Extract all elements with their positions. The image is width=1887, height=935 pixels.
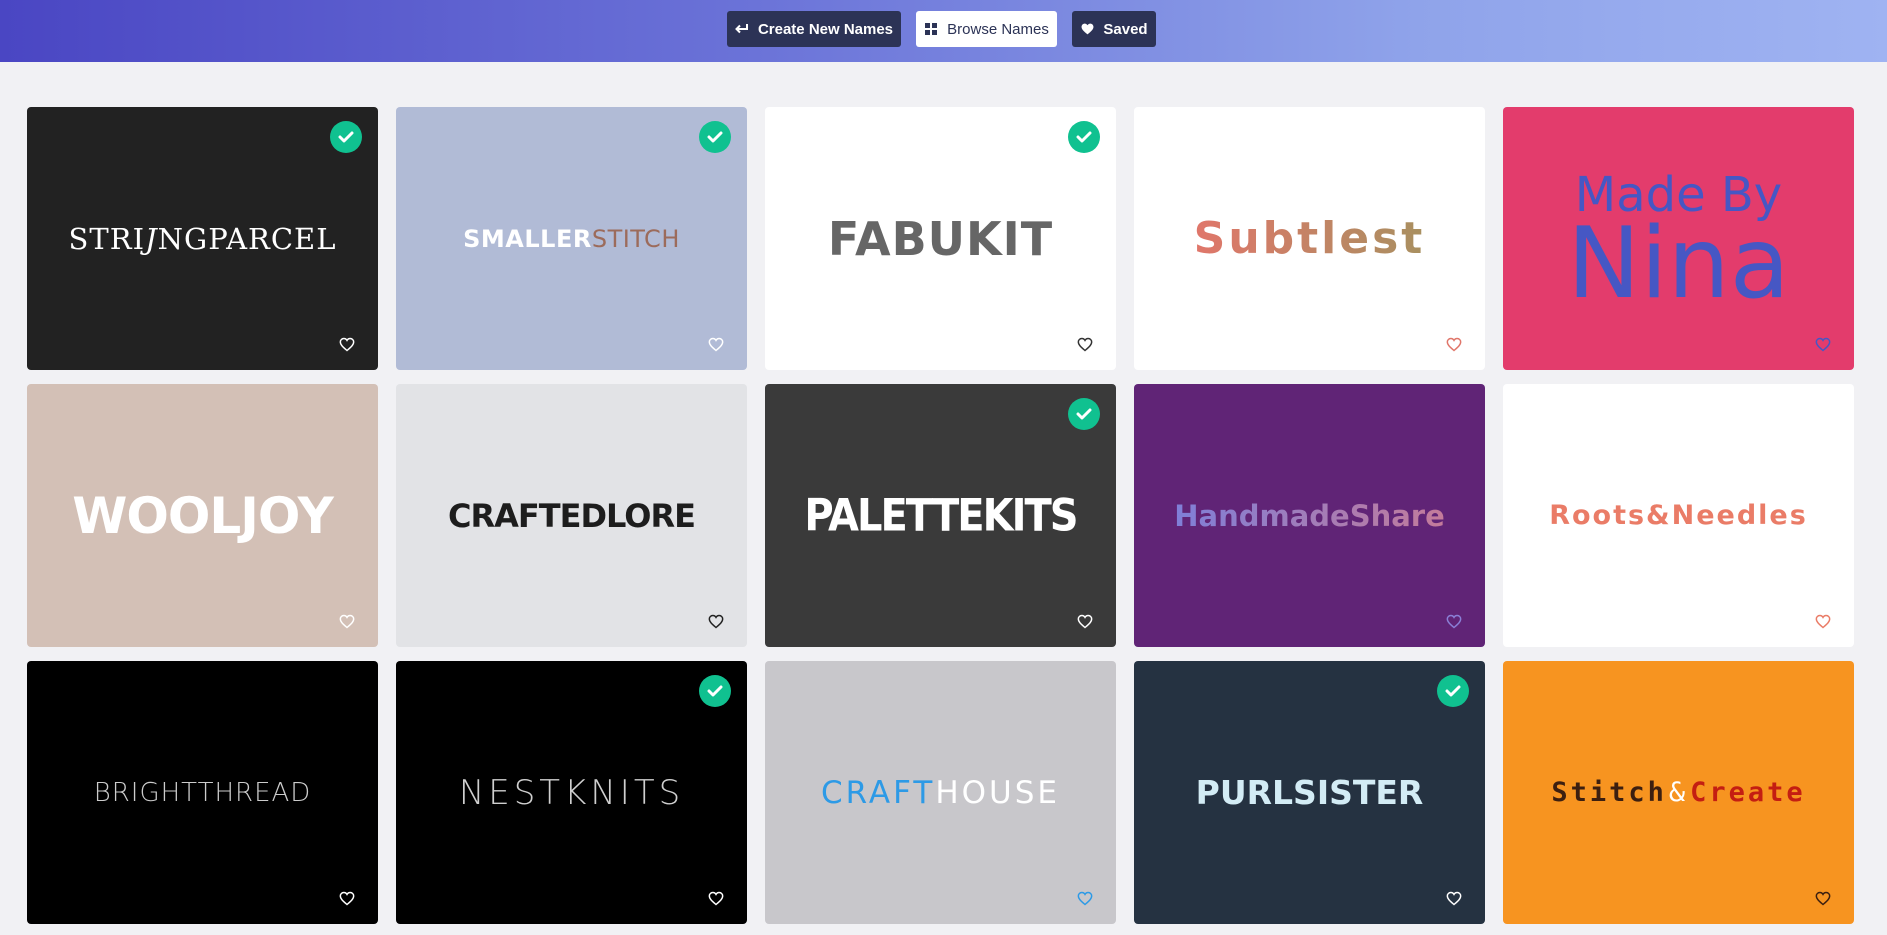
saved-label: Saved [1103,20,1148,38]
name-text: SMALLER [463,224,592,253]
create-new-names-label: Create New Names [757,20,894,38]
heart-outline-icon[interactable] [1445,336,1463,352]
check-icon [1437,675,1469,707]
name-logo: Roots&Needles [1503,384,1854,647]
check-icon [1068,398,1100,430]
name-text: & [1668,777,1689,808]
name-card[interactable]: NESTKNITS [396,661,747,924]
top-bar: Create New Names Browse Names Saved [0,0,1887,62]
name-logo: CRAFTEDLORE [396,384,747,647]
name-logo: PALETTEKITS [765,384,1116,647]
name-card[interactable]: CRAFT HOUSE [765,661,1116,924]
name-card[interactable]: WOOLJOY [27,384,378,647]
heart-outline-icon[interactable] [1814,336,1832,352]
name-text: Create [1690,777,1806,808]
grid-icon [924,22,938,36]
saved-button[interactable]: Saved [1072,11,1156,47]
name-card[interactable]: HandmadeShare [1134,384,1485,647]
name-logo: PURLSISTER [1134,661,1485,924]
name-card[interactable]: Stitch & Create [1503,661,1854,924]
check-icon [1068,121,1100,153]
name-logo: WOOLJOY [27,384,378,647]
heart-outline-icon[interactable] [1814,613,1832,629]
name-logo: BRIGHTTHREAD [27,661,378,924]
name-text: J [145,221,158,256]
heart-outline-icon[interactable] [338,613,356,629]
heart-outline-icon[interactable] [1445,890,1463,906]
heart-outline-icon[interactable] [1076,613,1094,629]
name-text: Nina [1567,206,1790,321]
heart-outline-icon[interactable] [338,890,356,906]
name-text: FABUKIT [827,211,1054,266]
name-card[interactable]: CRAFTEDLORE [396,384,747,647]
name-card[interactable]: STRI J NGPARCEL [27,107,378,370]
name-logo: STRI J NGPARCEL [27,107,378,370]
name-text: NGPARCEL [157,221,337,256]
check-icon [699,121,731,153]
name-logo: Subtlest [1134,107,1485,370]
heart-icon [1080,22,1094,36]
heart-outline-icon[interactable] [1814,890,1832,906]
name-logo: HandmadeShare [1134,384,1485,647]
name-card[interactable]: SMALLER STITCH [396,107,747,370]
name-text: STRI [68,221,146,256]
name-card[interactable]: Roots&Needles [1503,384,1854,647]
name-logo: Made By Nina [1503,107,1854,370]
name-text: BRIGHTTHREAD [93,777,312,808]
nav-bar: Create New Names Browse Names Saved [0,11,1887,48]
name-card[interactable]: Subtlest [1134,107,1485,370]
browse-names-label: Browse Names [947,20,1049,38]
name-text: PALETTEKITS [804,489,1078,542]
name-text: NESTKNITS [458,772,685,813]
browse-names-button[interactable]: Browse Names [916,11,1057,47]
name-card[interactable]: Made By Nina [1503,107,1854,370]
name-card[interactable]: PALETTEKITS [765,384,1116,647]
name-logo: NESTKNITS [396,661,747,924]
heart-outline-icon[interactable] [1076,890,1094,906]
heart-outline-icon[interactable] [1445,613,1463,629]
name-card[interactable]: PURLSISTER [1134,661,1485,924]
name-text: WOOLJOY [72,486,334,545]
name-logo: CRAFT HOUSE [765,661,1116,924]
name-grid: STRI J NGPARCEL SMALLER STITCH FABUKIT Subt… [27,107,1854,924]
name-text: STITCH [591,224,680,253]
name-logo: FABUKIT [765,107,1116,370]
name-logo: SMALLER STITCH [396,107,747,370]
name-text: Subtlest [1193,213,1426,264]
name-text: CRAFTEDLORE [448,496,696,535]
heart-outline-icon[interactable] [338,336,356,352]
heart-outline-icon[interactable] [1076,336,1094,352]
check-icon [330,121,362,153]
heart-outline-icon[interactable] [707,336,725,352]
name-card[interactable]: FABUKIT [765,107,1116,370]
check-icon [699,675,731,707]
create-new-names-button[interactable]: Create New Names [727,11,901,47]
name-text: CRAFT [820,774,936,811]
name-text: HOUSE [935,774,1061,811]
heart-outline-icon[interactable] [707,890,725,906]
name-text: HandmadeShare [1174,498,1445,533]
name-text: Stitch [1551,777,1667,808]
heart-outline-icon[interactable] [707,613,725,629]
name-text: PURLSISTER [1195,773,1424,812]
name-card[interactable]: BRIGHTTHREAD [27,661,378,924]
name-text: Roots&Needles [1549,500,1808,531]
name-logo: Stitch & Create [1503,661,1854,924]
arrow-left-icon [735,22,749,36]
